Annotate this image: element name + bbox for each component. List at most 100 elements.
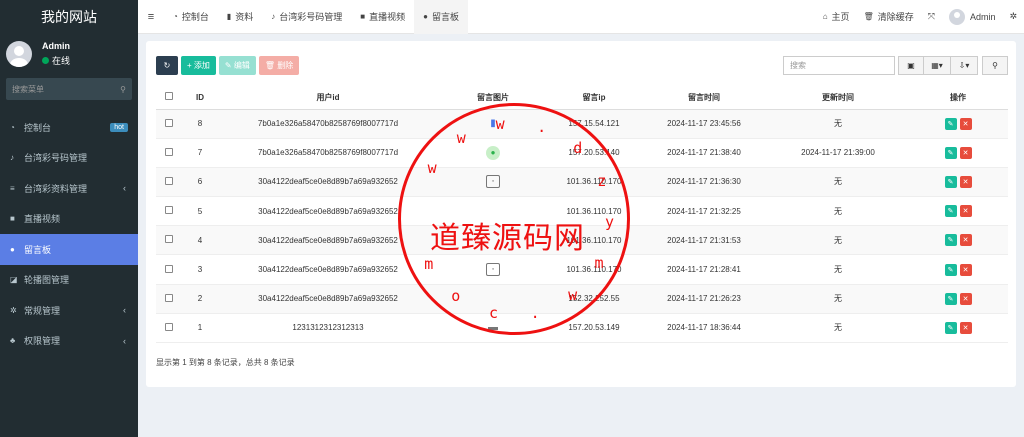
row-delete-button[interactable]: ✕ [959,263,972,276]
toggle-view-button[interactable]: ▣ [898,56,924,75]
row-edit-button[interactable]: ✎ [944,263,957,276]
cogs-icon: ✲ [1009,11,1017,21]
tab-live-video[interactable]: ■ 直播视频 [351,0,414,34]
image-thumb-icon[interactable]: ▬ [485,321,501,335]
row-delete-button[interactable]: ✕ [959,321,972,334]
clear-cache-label: 清除缓存 [877,12,914,22]
columns-button[interactable]: ▦▾ [923,56,951,75]
chat-bubble-icon[interactable]: ● [486,145,500,160]
trash-icon: ✕ [962,178,969,186]
cell-user-id: 7b0a1e326a58470b8258769f8007717d [218,138,438,168]
table-row[interactable]: 3 30a4122deaf5ce0e8d89b7a69a932652 ◦ 101… [156,254,1008,285]
cell-actions: ✎ ✕ [908,284,1008,314]
settings-button[interactable]: ✲ [1002,0,1024,34]
pencil-icon: ✎ [947,237,954,245]
delete-button[interactable]: 🗑 删除 [258,56,300,75]
image-thumb-icon[interactable]: ◦ [486,263,500,277]
table-row[interactable]: 8 7b0a1e326a58470b8258769f8007717d ▮ 157… [156,109,1008,139]
row-edit-button[interactable]: ✎ [944,205,957,218]
row-checkbox[interactable] [156,109,182,139]
row-edit-button[interactable]: ✎ [944,146,957,159]
col-header-id[interactable]: ID [182,86,218,110]
tab-lottery-number[interactable]: ♪ 台湾彩号码管理 [262,0,351,34]
row-delete-button[interactable]: ✕ [959,146,972,159]
row-checkbox[interactable] [156,254,182,285]
menu-search-input[interactable]: 搜索菜单 ⚲ [6,78,132,100]
row-delete-button[interactable]: ✕ [959,234,972,247]
sidebar-item-message-board[interactable]: ● 留言板 [0,234,138,265]
table-row[interactable]: 1 1231312312312313 ▬ 157.20.53.149 2024-… [156,313,1008,344]
user-menu-label: Admin [969,11,996,22]
col-header-user-id[interactable]: 用户id [218,86,438,110]
row-edit-button[interactable]: ✎ [944,175,957,188]
cell-update: 无 [768,167,908,198]
row-delete-button[interactable]: ✕ [959,205,972,218]
tab-label: 资料 [235,12,254,22]
trash-icon: 🗑 [863,12,874,21]
row-checkbox[interactable] [156,167,182,198]
row-edit-button[interactable]: ✎ [944,234,957,247]
row-checkbox[interactable] [156,196,182,227]
col-header-ip[interactable]: 留言ip [548,86,640,110]
row-delete-button[interactable]: ✕ [959,292,972,305]
trash-icon: ✕ [962,266,969,274]
fullscreen-button[interactable]: ⤧ [921,0,942,34]
table-row[interactable]: 2 30a4122deaf5ce0e8d89b7a69a932652 152.3… [156,284,1008,314]
tab-message-board[interactable]: ● 留言板 [414,0,469,34]
clear-cache-button[interactable]: 🗑 清除缓存 [857,0,921,34]
home-link[interactable]: ⌂ 主页 [816,0,857,34]
watermark-char: m [424,255,434,274]
user-status: 在线 [42,54,70,67]
col-header-time[interactable]: 留言时间 [640,86,768,110]
export-button[interactable]: ⇩▾ [950,56,978,75]
sidebar-item-label: 直播视频 [24,214,61,225]
row-edit-button[interactable]: ✎ [944,321,957,334]
status-text: 在线 [52,56,71,66]
table-search-input[interactable]: 搜索 [783,56,895,75]
row-delete-button[interactable]: ✕ [959,117,972,130]
sidebar-item-carousel[interactable]: ◪ 轮播图管理 [0,265,138,296]
app-logo[interactable]: 我的网站 [0,0,138,34]
row-edit-button[interactable]: ✎ [944,117,957,130]
select-all-checkbox[interactable] [156,86,182,110]
row-checkbox[interactable] [156,284,182,314]
cell-user-id: 30a4122deaf5ce0e8d89b7a69a932652 [218,254,438,285]
col-header-image[interactable]: 留言图片 [438,86,548,110]
sidebar-item-lottery-data[interactable]: ≡ 台湾彩资料管理 ‹ [0,173,138,204]
add-button[interactable]: + 添加 [181,56,216,75]
avatar [6,41,32,67]
user-menu[interactable]: Admin [942,0,1003,34]
row-edit-button[interactable]: ✎ [944,292,957,305]
sidebar-item-permissions[interactable]: ♣ 权限管理 ‹ [0,326,138,357]
sidebar-item-label: 台湾彩资料管理 [24,183,88,194]
row-delete-button[interactable]: ✕ [959,175,972,188]
cell-user-id: 1231312312312313 [218,313,438,344]
sidebar-item-general[interactable]: ✲ 常规管理 ‹ [0,295,138,326]
table-row[interactable]: 6 30a4122deaf5ce0e8d89b7a69a932652 ◦ 101… [156,167,1008,198]
cell-update: 2024-11-17 21:39:00 [768,138,908,168]
row-checkbox[interactable] [156,313,182,344]
advanced-search-button[interactable]: ⚲ [982,56,1008,75]
search-icon[interactable]: ⚲ [120,85,126,94]
refresh-button[interactable]: ↻ [156,56,178,75]
cell-update: 无 [768,196,908,227]
row-checkbox[interactable] [156,225,182,256]
sidebar-item-dashboard[interactable]: ◔ 控制台 hot [0,112,138,143]
menu-toggle-icon[interactable]: ≡ [138,11,164,23]
tab-materials[interactable]: ▮ 资料 [218,0,262,34]
home-label: 主页 [831,12,850,22]
cell-user-id: 30a4122deaf5ce0e8d89b7a69a932652 [218,167,438,198]
sidebar-item-lottery-number[interactable]: ♪ 台湾彩号码管理 [0,143,138,174]
search-icon: ⚲ [992,61,998,70]
sidebar-item-live-video[interactable]: ■ 直播视频 [0,204,138,235]
cell-actions: ✎ ✕ [908,225,1008,256]
refresh-icon: ↻ [163,61,171,70]
fullscreen-icon: ⤧ [927,11,935,21]
image-thumb-icon[interactable]: ◦ [486,175,500,189]
edit-button[interactable]: ✎ 编辑 [218,56,256,75]
row-checkbox[interactable] [156,138,182,168]
col-header-update[interactable]: 更新时间 [768,86,908,110]
cell-update: 无 [768,284,908,314]
pencil-icon: ✎ [224,61,232,70]
tab-dashboard[interactable]: ◔ 控制台 [164,0,218,34]
